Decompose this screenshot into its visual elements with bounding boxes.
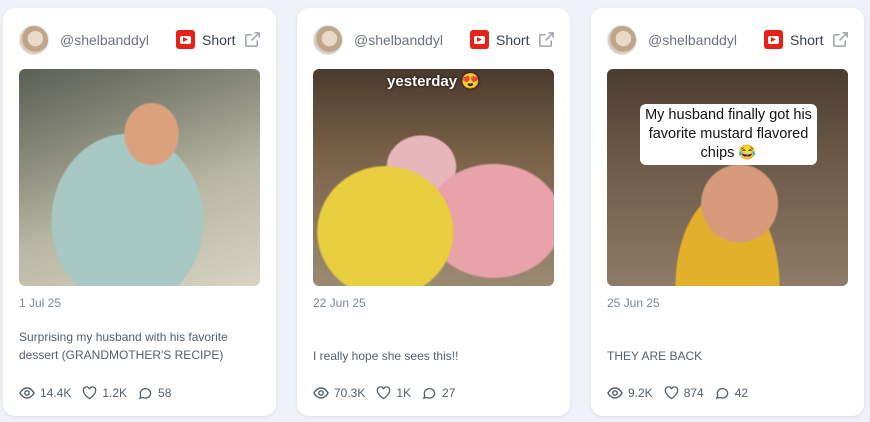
views-stat: 70.3K (313, 386, 365, 400)
views-stat: 14.4K (19, 386, 71, 400)
post-card[interactable]: @shelbanddyl Short yesterday 😍 22 Jun 25… (297, 8, 570, 416)
views-count: 70.3K (334, 386, 366, 400)
post-card[interactable]: @shelbanddyl Short My husband finally go… (591, 8, 864, 416)
platform-label: Short (496, 32, 530, 48)
youtube-icon (764, 30, 783, 49)
comments-stat: 58 (138, 386, 171, 400)
likes-stat: 874 (664, 386, 704, 400)
post-description: Surprising my husband with his favorite … (19, 330, 228, 362)
views-count: 9.2K (628, 386, 653, 400)
card-header: @shelbanddyl Short (313, 25, 554, 55)
engagement-stats: 14.4K 1.2K 58 (19, 384, 182, 402)
post-date: 25 Jun 25 (607, 296, 660, 310)
views-stat: 9.2K (607, 386, 653, 400)
avatar[interactable] (607, 25, 637, 55)
account-handle[interactable]: @shelbanddyl (354, 32, 443, 48)
post-description: I really hope she sees this!! (313, 349, 459, 363)
external-link-icon[interactable] (537, 30, 556, 49)
heart-icon (664, 386, 678, 400)
comments-count: 27 (442, 386, 456, 400)
views-count: 14.4K (40, 386, 72, 400)
likes-count: 1.2K (102, 386, 128, 400)
platform-label: Short (790, 32, 824, 48)
heart-icon (83, 386, 97, 400)
eye-icon (313, 387, 329, 399)
comments-stat: 27 (422, 386, 455, 400)
video-thumbnail[interactable]: My husband finally got his favorite must… (607, 69, 848, 286)
likes-count: 874 (683, 386, 704, 400)
post-date: 22 Jun 25 (313, 296, 366, 310)
comments-stat: 42 (715, 386, 748, 400)
post-description: THEY ARE BACK (607, 349, 703, 363)
youtube-icon (470, 30, 489, 49)
comments-count: 42 (734, 386, 749, 400)
eye-icon (19, 387, 35, 399)
post-card[interactable]: @shelbanddyl Short 1 Jul 25 Surprising m… (3, 8, 276, 416)
likes-count: 1K (396, 386, 412, 400)
likes-stat: 1.2K (82, 386, 127, 400)
comment-icon (715, 387, 728, 400)
card-header: @shelbanddyl Short (607, 25, 848, 55)
comment-icon (138, 387, 152, 400)
eye-icon (607, 387, 623, 399)
comment-icon (422, 387, 436, 400)
avatar[interactable] (313, 25, 343, 55)
video-thumbnail[interactable] (19, 69, 260, 286)
post-date: 1 Jul 25 (19, 296, 62, 310)
account-handle[interactable]: @shelbanddyl (648, 32, 737, 48)
comments-count: 58 (158, 386, 172, 400)
video-overlay-text: My husband finally got his favorite must… (640, 104, 817, 165)
avatar[interactable] (19, 25, 49, 55)
external-link-icon[interactable] (831, 30, 850, 49)
youtube-icon (176, 30, 195, 49)
account-handle[interactable]: @shelbanddyl (60, 32, 149, 48)
engagement-stats: 9.2K 874 42 (607, 384, 759, 402)
platform-label: Short (202, 32, 236, 48)
card-header: @shelbanddyl Short (19, 25, 260, 55)
external-link-icon[interactable] (243, 30, 262, 49)
engagement-stats: 70.3K 1K 27 (313, 384, 466, 402)
likes-stat: 1K (376, 386, 411, 400)
video-overlay-text: yesterday 😍 (387, 73, 480, 90)
video-thumbnail[interactable]: yesterday 😍 (313, 69, 554, 286)
heart-icon (377, 386, 391, 400)
